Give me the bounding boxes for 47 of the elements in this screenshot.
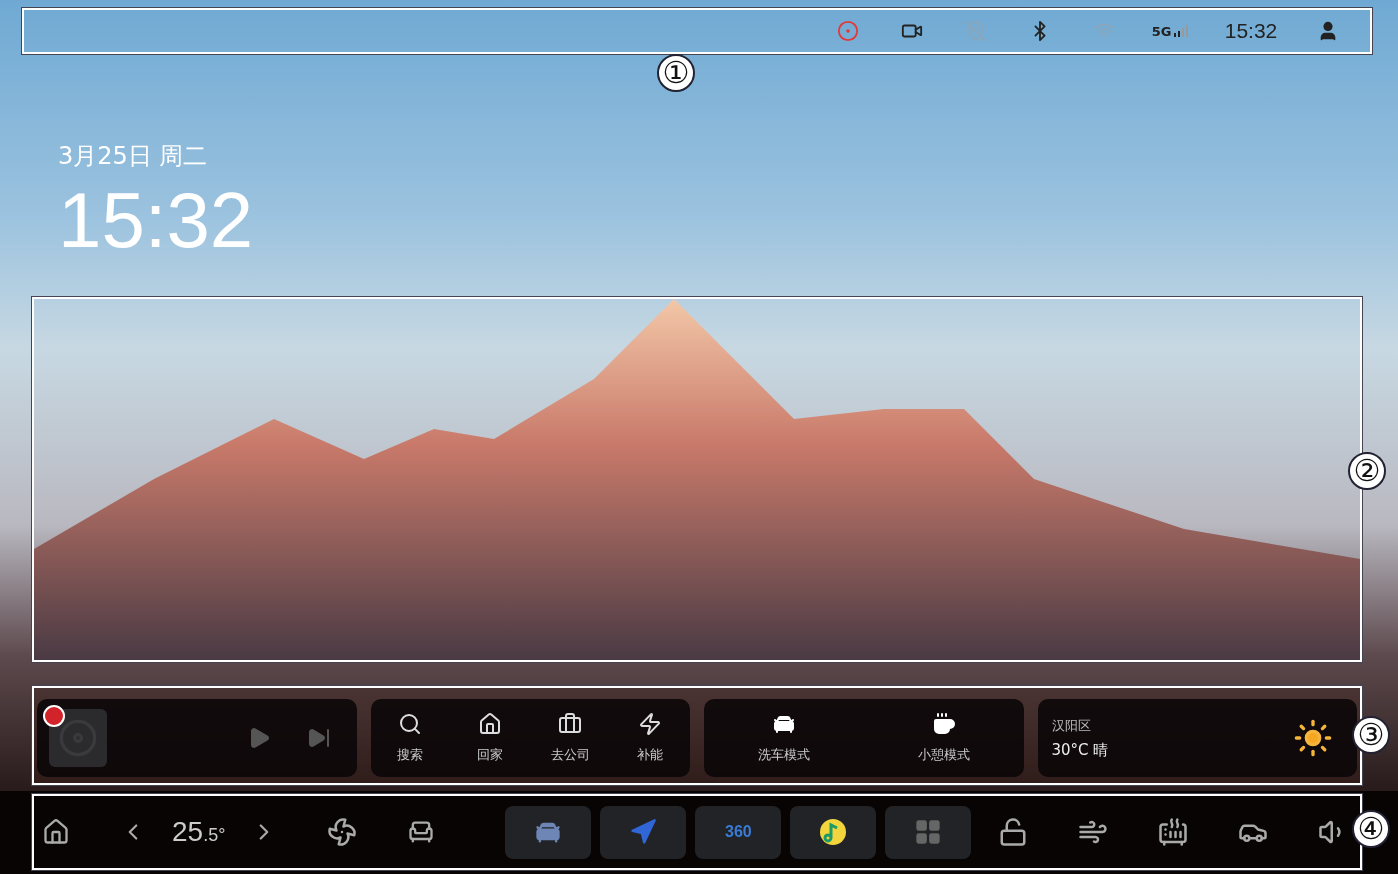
weather-reading: 30°C 晴 [1051, 740, 1110, 760]
mode-tile[interactable]: 洗车模式 [704, 712, 864, 764]
defrost-icon [1158, 817, 1188, 847]
charge-icon [638, 712, 663, 736]
work-icon [558, 712, 583, 736]
annotation-number: ① [657, 54, 695, 92]
home-icon [42, 818, 70, 846]
mode-label: 洗车模式 [757, 746, 810, 764]
navigation-arrow-icon [629, 818, 658, 846]
shortcut-tile[interactable]: 补能 [610, 712, 690, 764]
shortcut-label: 去公司 [550, 746, 590, 764]
shortcut-label: 回家 [477, 746, 504, 764]
fan-icon [327, 817, 358, 847]
date-text: 3月25日 周二 [58, 141, 208, 172]
music-note-icon [819, 818, 848, 846]
unlock-button[interactable] [998, 817, 1028, 847]
sun-icon [1293, 718, 1333, 758]
district-name: 汉阳区 [1051, 716, 1092, 735]
camera-360-label: 360 [725, 823, 752, 841]
annotation-number: ③ [1352, 716, 1390, 754]
app-button[interactable]: 360 [695, 805, 782, 859]
home-button[interactable] [42, 818, 70, 846]
shortcut-tile[interactable]: 去公司 [530, 712, 611, 764]
annotation-number: ② [1348, 452, 1386, 490]
mode-label: 小憩模式 [917, 746, 970, 764]
mode-tile[interactable]: 小憩模式 [863, 712, 1024, 764]
album-cover [49, 709, 107, 767]
clock-time: 15:32 [58, 178, 254, 264]
status-time: 15:32 [1223, 19, 1279, 43]
next-track-button[interactable] [306, 726, 331, 750]
shortcut-label: 补能 [637, 746, 664, 764]
temperature-value: 25.5° [172, 816, 226, 848]
annotation-number: ④ [1352, 810, 1390, 848]
search-icon [398, 712, 423, 736]
home-icon [478, 712, 503, 736]
app-logo-icon [43, 705, 65, 727]
unlock-icon [998, 817, 1028, 847]
shortcut-tile[interactable]: 回家 [450, 712, 531, 764]
app-button[interactable] [505, 805, 592, 859]
app-button[interactable] [790, 805, 877, 859]
shortcut-tile[interactable]: 搜索 [370, 712, 451, 764]
shortcut-label: 搜索 [397, 746, 424, 764]
cup-icon [931, 712, 956, 736]
fan-button[interactable] [327, 817, 358, 847]
defrost-button[interactable] [1158, 817, 1188, 847]
grid-icon [914, 818, 943, 846]
network-indicator: 5G [1136, 23, 1206, 39]
